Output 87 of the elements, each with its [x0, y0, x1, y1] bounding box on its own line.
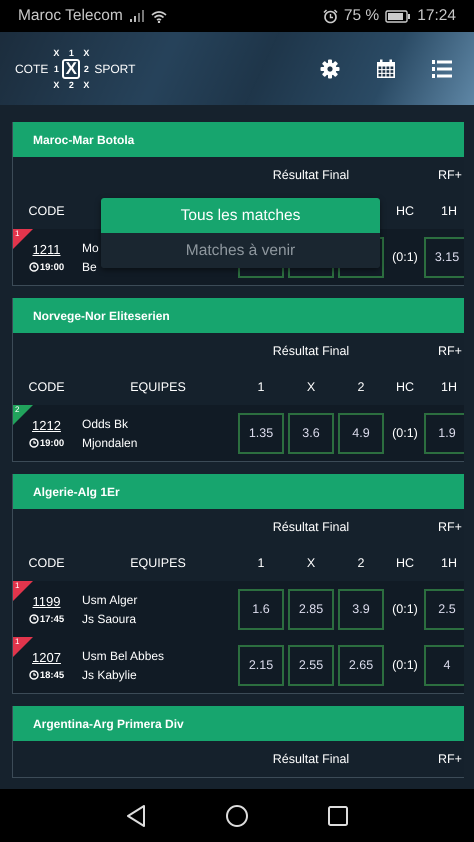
column-header: CODE	[27, 380, 66, 394]
settings-icon[interactable]	[320, 58, 340, 78]
rank-badge: 1	[13, 581, 33, 601]
calendar-icon[interactable]	[376, 58, 396, 78]
column-group-label: Résultat Final	[272, 344, 350, 358]
rank-badge: 1	[13, 637, 33, 657]
column-header: CODE	[27, 204, 66, 218]
clock-time: 17:24	[417, 7, 456, 25]
clock-icon	[28, 614, 39, 624]
column-header: HC	[394, 204, 416, 218]
team-name: Mo	[82, 240, 99, 254]
signal-icon	[128, 10, 145, 22]
odds-button[interactable]: 4.9	[338, 412, 384, 454]
numbered-list-icon[interactable]	[432, 58, 452, 78]
odds-button[interactable]: 3.6	[288, 412, 334, 454]
clock-icon	[28, 670, 39, 680]
odds-button[interactable]: 2.55	[288, 644, 334, 686]
menu-item[interactable]: Matches à venir	[101, 233, 380, 268]
column-header: X	[306, 380, 316, 394]
column-header: EQUIPES	[129, 380, 187, 394]
column-group-label: Résultat Final	[272, 520, 350, 534]
team-name: Be	[82, 260, 97, 274]
team-name: Js Kabylie	[82, 668, 137, 682]
column-group-label: RF+	[437, 344, 463, 358]
back-icon[interactable]	[125, 804, 147, 828]
column-header: 2	[356, 556, 366, 570]
column-header: HC	[394, 380, 416, 394]
column-header: 1H	[440, 556, 458, 570]
odds-button[interactable]: 2.15	[238, 644, 284, 686]
column-header: X	[306, 556, 316, 570]
battery-icon	[385, 10, 412, 22]
odds-button[interactable]: 2.85	[288, 588, 334, 630]
odds-button[interactable]: 1.9	[424, 412, 464, 454]
column-header: 2	[356, 380, 366, 394]
column-group-label: Résultat Final	[272, 752, 350, 766]
odds-button[interactable]: 1.35	[238, 412, 284, 454]
odds-button[interactable]: 1.6	[238, 588, 284, 630]
team-name: Mjondalen	[82, 436, 138, 450]
carrier-name: Maroc Telecom	[18, 7, 123, 25]
team-name: Usm Alger	[82, 592, 138, 606]
handicap-value: (0:1)	[391, 602, 419, 616]
match-code-link[interactable]: 1211	[32, 242, 60, 256]
handicap-value: (0:1)	[391, 426, 419, 440]
handicap-value: (0:1)	[391, 250, 419, 264]
odds-button[interactable]: 4	[424, 644, 464, 686]
handicap-value: (0:1)	[391, 658, 419, 672]
wifi-icon	[150, 10, 167, 22]
match-code-link[interactable]: 1212	[32, 418, 61, 432]
odds-button[interactable]: 3.15	[424, 236, 464, 278]
logo-text: COTE	[15, 62, 48, 76]
match-code-link[interactable]: 1207	[32, 650, 61, 664]
home-icon[interactable]	[225, 804, 249, 828]
column-group-label: Résultat Final	[272, 168, 350, 182]
column-group-label: RF+	[437, 168, 463, 182]
kickoff-time: 18:45	[40, 670, 64, 680]
column-header: EQUIPES	[129, 556, 187, 570]
column-header: CODE	[27, 556, 66, 570]
odds-button[interactable]: 2.5	[424, 588, 464, 630]
clock-icon	[28, 262, 39, 272]
rank-badge: 2	[13, 405, 33, 425]
column-group-label: RF+	[437, 520, 463, 534]
column-group-label: RF+	[437, 752, 463, 766]
logo-text: SPORT	[94, 62, 136, 76]
team-name: Js Saoura	[82, 612, 136, 626]
clock-icon	[28, 438, 39, 448]
team-name: Usm Bel Abbes	[82, 648, 164, 662]
column-header: 1H	[440, 204, 458, 218]
odds-button[interactable]: 3.9	[338, 588, 384, 630]
league-header: Algerie-Alg 1Er	[13, 474, 464, 509]
logo-grid-mark: X 1 X 1 X 2 X 2 X	[52, 46, 90, 90]
column-header: 1H	[440, 380, 458, 394]
column-header: 1	[256, 556, 266, 570]
battery-percent: 75 %	[344, 7, 380, 25]
kickoff-time: 19:00	[40, 438, 64, 448]
odds-button[interactable]: 2.65	[338, 644, 384, 686]
league-header: Maroc-Mar Botola	[13, 122, 464, 157]
match-code-link[interactable]: 1199	[32, 594, 60, 608]
kickoff-time: 17:45	[40, 614, 64, 624]
team-name: Odds Bk	[82, 416, 128, 430]
column-header: HC	[394, 556, 416, 570]
column-header: 1	[256, 380, 266, 394]
alarm-icon	[322, 8, 338, 24]
rank-badge: 1	[13, 229, 33, 249]
league-header: Argentina-Arg Primera Div	[13, 706, 464, 741]
recents-icon[interactable]	[327, 804, 349, 826]
kickoff-time: 19:00	[40, 262, 64, 272]
league-header: Norvege-Nor Eliteserien	[13, 298, 464, 333]
